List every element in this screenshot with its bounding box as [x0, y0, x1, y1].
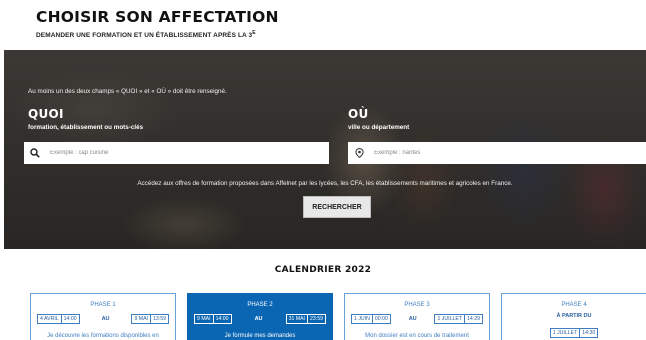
time-label: 00:00	[371, 315, 390, 323]
ou-field[interactable]	[348, 142, 646, 164]
page-title: CHOISIR SON AFFECTATION	[36, 8, 279, 26]
phase-title: PHASE 2	[247, 302, 273, 308]
ou-subtitle: ville ou département	[348, 124, 410, 131]
date-label: 9 MAI	[197, 316, 211, 322]
quoi-input[interactable]	[46, 150, 306, 156]
page-subtitle: DEMANDER UNE FORMATION ET UN ÉTABLISSEME…	[36, 30, 279, 39]
ou-input[interactable]	[370, 150, 630, 156]
date-label: 4 AVRIL	[40, 316, 59, 322]
quoi-title: QUOI	[28, 107, 64, 121]
time-label: 13:59	[150, 315, 168, 323]
phase-card-3: PHASE 3 1 JUIN 00:00 AU 1 JUILLET 14:29 Mo…	[344, 293, 490, 340]
quoi-field[interactable]	[24, 142, 329, 164]
page-header: CHOISIR SON AFFECTATION DEMANDER UNE FOR…	[36, 8, 279, 39]
time-label: 23:59	[307, 315, 325, 323]
phase-title: PHASE 3	[404, 302, 430, 308]
date-tag: 4 AVRIL 14:00	[37, 314, 80, 324]
location-pin-icon	[348, 148, 370, 158]
search-button[interactable]: RECHERCHER	[303, 196, 371, 218]
phase-dates: 1 JUILLET 14:30	[502, 321, 646, 339]
date-label: 1 JUIN	[354, 316, 370, 322]
phase-title: PHASE 4	[561, 302, 587, 308]
phase-dates: 4 AVRIL 14:00 AU 9 MAI 13:59	[31, 314, 175, 324]
phase-description: Je formule mes demandes	[224, 333, 296, 339]
time-label: 14:00	[60, 315, 79, 323]
date-tag: 1 JUILLET 14:29	[434, 314, 483, 324]
phase-title: PHASE 1	[90, 302, 116, 308]
time-label: 14:30	[579, 329, 597, 337]
date-tag: 1 JUIN 00:00	[351, 314, 391, 324]
date-label: 31 MAI	[288, 316, 305, 322]
search-icon	[24, 148, 46, 158]
phase-card-4: PHASE 4 À PARTIR DU 1 JUILLET 14:30	[501, 293, 646, 340]
date-tag: 1 JUILLET 14:30	[549, 328, 599, 338]
phase-card-1: PHASE 1 4 AVRIL 14:00 AU 9 MAI 13:59 Je dé…	[30, 293, 176, 340]
au-label: AU	[101, 316, 110, 322]
quoi-subtitle: formation, établissement ou mots-clés	[28, 124, 144, 131]
phase-dates: 9 MAI 14:00 AU 31 MAI 23:59	[188, 314, 332, 324]
date-label: 1 JUILLET	[437, 316, 462, 322]
phase-description: Je découvre les formations disponibles e…	[47, 333, 159, 339]
au-label: AU	[408, 316, 417, 322]
phase-description: Mon dossier est en cours de traitement	[365, 333, 469, 339]
phase-card-2: PHASE 2 9 MAI 14:00 AU 31 MAI 23:59 Je for…	[187, 293, 333, 340]
date-label: 1 JUILLET	[552, 330, 578, 336]
time-label: 14:00	[212, 315, 231, 323]
phase-dates: 1 JUIN 00:00 AU 1 JUILLET 14:29	[345, 314, 489, 324]
page-subtitle-sup: E	[252, 30, 256, 36]
search-info: Accédez aux offres de formation proposée…	[137, 180, 513, 187]
search-hero: Au moins un des deux champs « QUOI » et …	[4, 50, 646, 249]
page-subtitle-text: DEMANDER UNE FORMATION ET UN ÉTABLISSEME…	[36, 32, 253, 40]
date-tag: 9 MAI 14:00	[194, 314, 232, 324]
time-label: 14:29	[464, 315, 482, 323]
search-notice: Au moins un des deux champs « QUOI » et …	[28, 88, 227, 95]
au-label: AU	[254, 316, 263, 322]
date-tag: 31 MAI 23:59	[285, 314, 326, 324]
from-label: À PARTIR DU	[556, 313, 592, 319]
calendar-title: CALENDRIER 2022	[274, 265, 372, 275]
date-tag: 9 MAI 13:59	[131, 314, 169, 324]
ou-title: OÙ	[348, 107, 369, 121]
date-label: 9 MAI	[134, 316, 148, 322]
